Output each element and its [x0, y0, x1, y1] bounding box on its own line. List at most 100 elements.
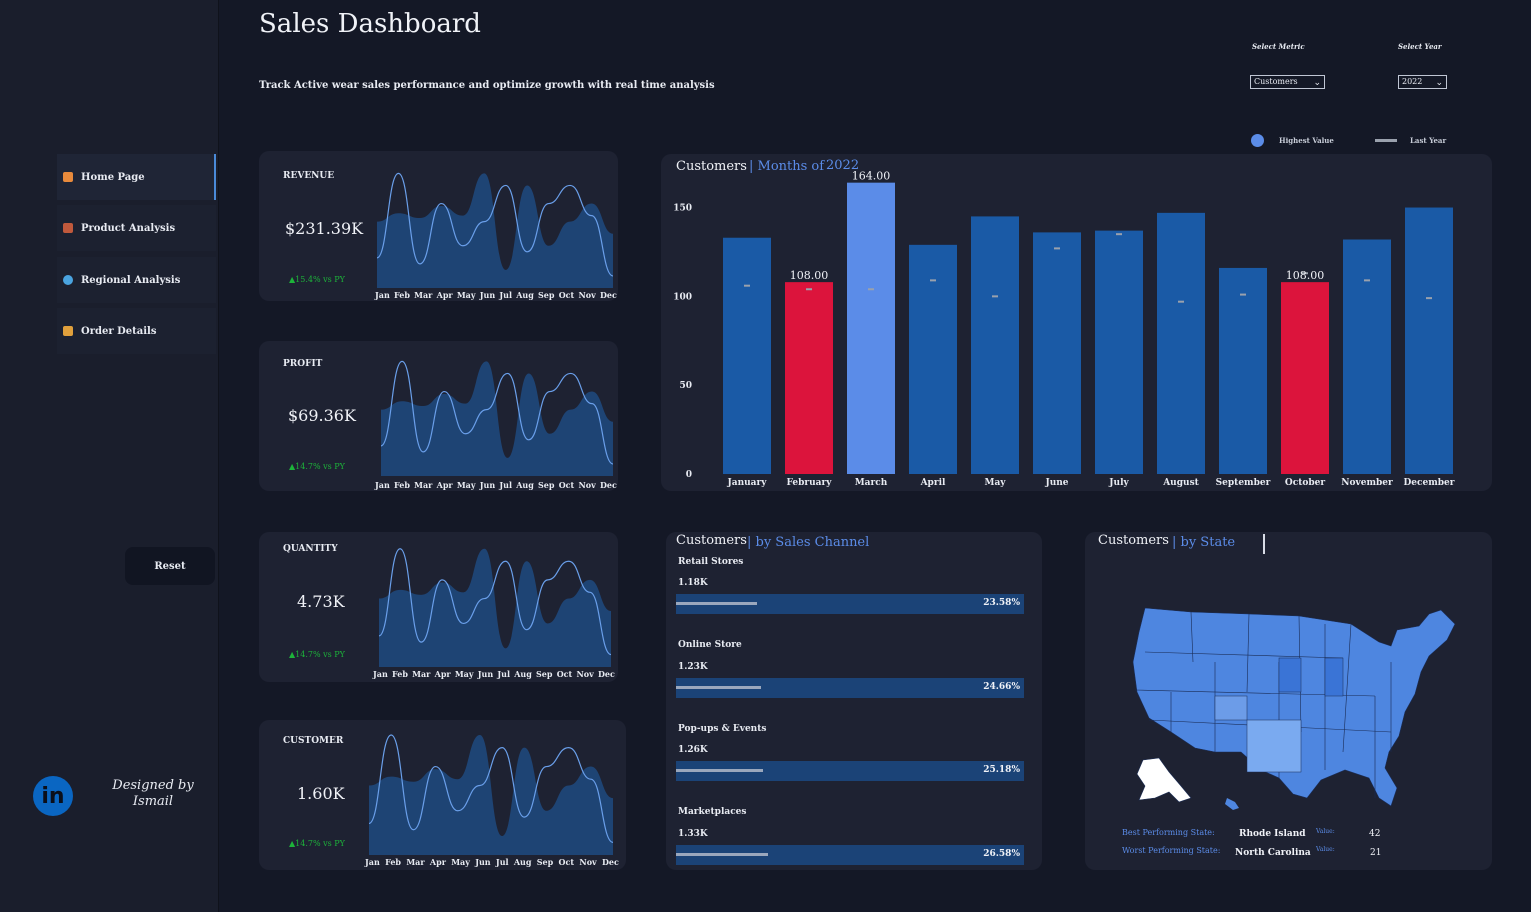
bar-march[interactable] [847, 182, 895, 475]
last-year-marker [744, 284, 750, 287]
month-tick: Dec [599, 290, 617, 300]
nav-home-page[interactable]: Home Page [57, 154, 216, 200]
kpi-card-quantity: QUANTITY 4.73K ▲14.7% vs PY Jan Feb Mar Apr… [259, 532, 618, 682]
month-tick: Sep [538, 480, 555, 490]
month-tick: Jan [375, 480, 390, 490]
month-tick: Apr [436, 480, 453, 490]
home-icon [63, 172, 73, 182]
sparkline-area [381, 361, 613, 476]
bar-december[interactable] [1405, 207, 1453, 474]
kpi-delta: ▲15.4% vs PY [289, 275, 345, 284]
worst-state-label: Worst Performing State: [1122, 846, 1221, 855]
last-year-legend: Last Year [1410, 136, 1447, 145]
month-tick: Jun [475, 857, 491, 867]
monthly-chart-card: Customers | Months of 2022 0 50 100 150 Janu… [661, 154, 1492, 491]
metric-select-label: Select Metric [1252, 42, 1305, 51]
kpi-label: PROFIT [283, 359, 323, 369]
month-tick: Jan [365, 857, 380, 867]
last-year-legend-marker [1375, 139, 1397, 142]
month-tick: Aug [514, 669, 532, 679]
x-tick-label: November [1341, 478, 1393, 488]
month-tick: May [451, 857, 470, 867]
bar-july[interactable] [1095, 230, 1143, 474]
metric-select[interactable]: Customers ⌄ [1250, 75, 1325, 89]
month-tick: Sep [536, 669, 553, 679]
last-year-marker [1054, 247, 1060, 250]
globe-icon [63, 275, 73, 285]
bar-august[interactable] [1157, 212, 1205, 474]
last-year-marker [806, 288, 812, 291]
nav-label: Home Page [81, 171, 145, 183]
nav-label: Order Details [81, 325, 157, 337]
x-tick-label: July [1108, 478, 1129, 488]
month-tick: Aug [516, 290, 534, 300]
channel-value: 1.23K [678, 662, 708, 672]
kpi-delta: ▲14.7% vs PY [289, 462, 345, 471]
kpi-label: CUSTOMER [283, 736, 344, 746]
month-tick: Jul [499, 480, 512, 490]
channel-bar-fill [676, 602, 758, 605]
x-tick-label: May [984, 478, 1006, 488]
nav-label: Product Analysis [81, 222, 176, 234]
month-tick: Jun [477, 669, 494, 679]
month-tick: Feb [394, 290, 410, 300]
designed-by: Designed by Ismail [108, 778, 198, 810]
sales-channel-card: Customers | by Sales Channel Retail Stor… [666, 532, 1042, 870]
bar-february[interactable] [785, 282, 833, 474]
month-tick: May [456, 290, 476, 300]
bar-june[interactable] [1033, 232, 1081, 474]
last-year-marker [1364, 279, 1370, 282]
x-tick-label: February [786, 478, 832, 488]
month-tick: Mar [406, 857, 425, 867]
state-subtitle: | by State [1172, 535, 1236, 550]
x-tick-label: December [1403, 478, 1454, 488]
bar-january[interactable] [723, 237, 771, 474]
bar-april[interactable] [909, 244, 957, 474]
month-axis: Jan Feb Mar Apr May Jun Jul Aug Sep Oct Nov Dec [373, 669, 615, 679]
monthly-bar-chart: 0 50 100 150 January February 108.00 March 164.0… [673, 170, 1455, 488]
worst-state-value: 21 [1370, 848, 1382, 858]
state-highlight [1246, 719, 1302, 773]
channel-value: 1.26K [678, 745, 708, 755]
month-tick: Aug [516, 480, 534, 490]
last-year-marker [1240, 293, 1246, 296]
y-tick-label: 0 [686, 470, 692, 480]
month-tick: Mar [414, 480, 433, 490]
page-subtitle: Track Active wear sales performance and … [259, 80, 715, 91]
bar-september[interactable] [1219, 267, 1267, 474]
sparkline-area [369, 734, 613, 855]
best-value-label: Value: [1316, 828, 1335, 835]
kpi-sparkline [379, 548, 611, 667]
bar-october[interactable] [1281, 282, 1329, 474]
bar-november[interactable] [1343, 239, 1391, 474]
kpi-delta: ▲14.7% vs PY [289, 839, 345, 848]
year-select[interactable]: 2022 ⌄ [1398, 75, 1447, 89]
chevron-down-icon: ⌄ [1313, 78, 1321, 88]
reset-button[interactable]: Reset [125, 547, 215, 585]
nav-order-details[interactable]: Order Details [57, 308, 216, 354]
y-tick-label: 50 [679, 381, 692, 391]
bar-data-label: 108.00 [790, 269, 829, 282]
page-title: Sales Dashboard [259, 9, 481, 39]
us-map[interactable] [1129, 602, 1465, 814]
month-tick: Mar [412, 669, 431, 679]
last-year-marker [868, 288, 874, 291]
highest-value-legend-marker [1251, 134, 1264, 147]
nav-regional-analysis[interactable]: Regional Analysis [57, 257, 216, 303]
linkedin-icon[interactable]: in [33, 776, 73, 816]
month-tick: Dec [599, 480, 617, 490]
month-axis: Jan Feb Mar Apr May Jun Jul Aug Sep Oct Nov Dec [375, 480, 617, 490]
bar-may[interactable] [971, 216, 1019, 474]
nav-product-analysis[interactable]: Product Analysis [57, 205, 216, 251]
sparkline-area [379, 548, 611, 667]
month-tick: Jul [499, 290, 512, 300]
last-year-marker [1426, 297, 1432, 300]
kpi-value: 1.60K [297, 784, 345, 803]
channel-subtitle: | by Sales Channel [747, 535, 870, 550]
highest-value-legend: Highest Value [1279, 136, 1334, 145]
kpi-sparkline [377, 172, 613, 288]
month-tick: Oct [558, 480, 575, 490]
channel-bar: 24.66% [676, 678, 1024, 698]
alaska [1136, 757, 1192, 803]
sparkline-area [377, 173, 613, 288]
